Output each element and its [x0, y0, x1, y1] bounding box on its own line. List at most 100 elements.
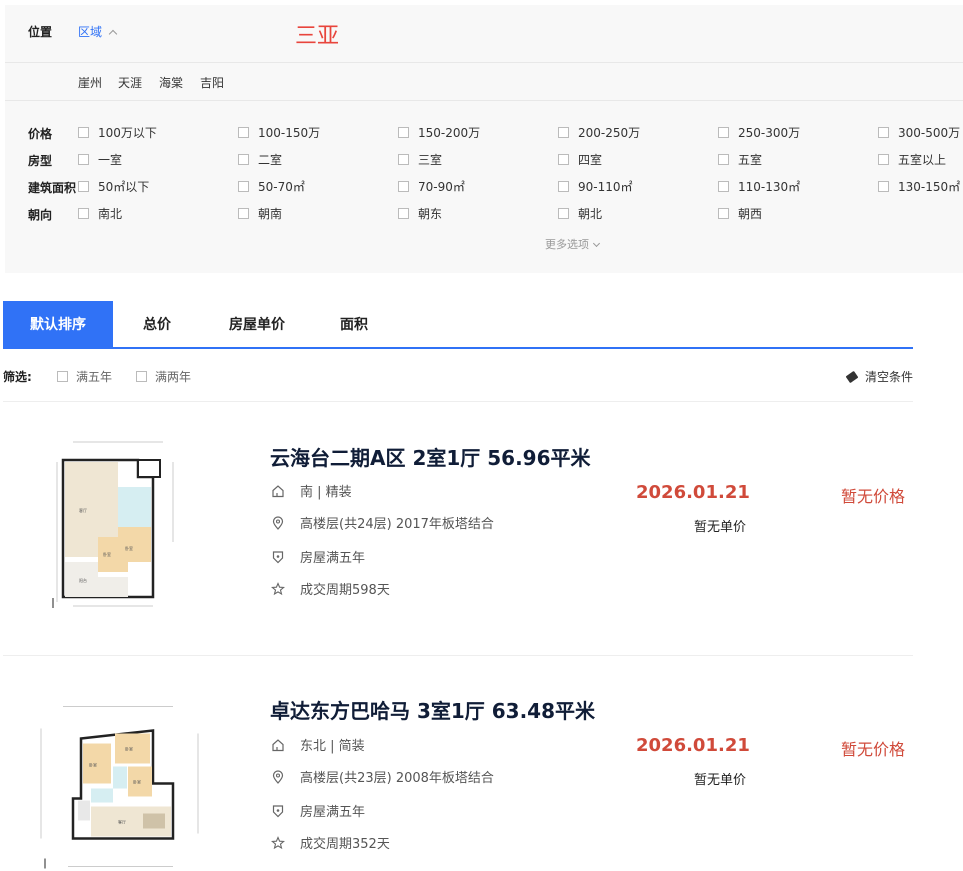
district-tab[interactable]: 区域: [78, 23, 118, 40]
listing-card[interactable]: 卧室 卧室 卧室 客厅 卓达东方巴哈马 3室1厅 63.48平米 东北 | 简装 高楼…: [3, 656, 913, 871]
area-option[interactable]: 50-70㎡: [238, 178, 305, 195]
listing-title[interactable]: 云海台二期A区 2室1厅 56.96平米: [270, 442, 591, 471]
tab-total-price[interactable]: 总价: [129, 301, 185, 349]
checkbox[interactable]: [78, 208, 89, 219]
tab-area[interactable]: 面积: [329, 301, 379, 349]
checkbox[interactable]: [718, 154, 729, 165]
tag-text: 房屋满五年: [300, 805, 366, 820]
district-item[interactable]: 吉阳: [200, 74, 224, 91]
checkbox[interactable]: [398, 154, 409, 165]
checkbox[interactable]: [718, 127, 729, 138]
checkbox[interactable]: [718, 208, 729, 219]
home-icon: [270, 737, 286, 753]
room-option[interactable]: 五室: [718, 151, 762, 168]
checkbox[interactable]: [558, 154, 569, 165]
listing-floor: 高楼层(共24层) 2017年板塔结合: [270, 513, 494, 532]
option-label: 五室: [738, 153, 763, 167]
orientation-option[interactable]: 朝北: [558, 205, 602, 222]
area-filter-row: 建筑面积 50㎡以下 50-70㎡ 70-90㎡ 90-110㎡ 110-130…: [5, 178, 963, 198]
price-option[interactable]: 100-150万: [238, 124, 320, 141]
checkbox[interactable]: [78, 154, 89, 165]
checkbox[interactable]: [136, 371, 147, 382]
more-options-label: 更多选项: [545, 238, 589, 251]
room-option[interactable]: 二室: [238, 151, 282, 168]
clear-filters-button[interactable]: 清空条件: [845, 368, 913, 385]
checkbox[interactable]: [57, 371, 68, 382]
checkbox[interactable]: [238, 181, 249, 192]
svg-text:卧室: 卧室: [125, 545, 133, 551]
floorplan-image[interactable]: 卧室卧室卧室客厅: [33, 696, 203, 871]
area-option[interactable]: 130-150㎡: [878, 178, 960, 195]
more-options-button[interactable]: 更多选项: [545, 236, 601, 252]
orientation-option[interactable]: 南北: [78, 205, 122, 222]
listing-card[interactable]: 客厅 卧室 卧室 阳台 云海台二期A区 2室1厅 56.96平米 南 | 精装 高楼层…: [3, 402, 913, 632]
checkbox[interactable]: [558, 127, 569, 138]
screen-label: 筛选:: [3, 370, 32, 384]
option-label: 朝北: [578, 207, 603, 221]
chevron-down-icon: [592, 239, 601, 248]
area-option[interactable]: 90-110㎡: [558, 178, 633, 195]
total-price: 暂无价格: [841, 740, 906, 759]
screen-option-two-years[interactable]: 满两年: [136, 368, 191, 385]
room-option[interactable]: 五室以上: [878, 151, 946, 168]
option-label: 50㎡以下: [98, 180, 150, 194]
checkbox[interactable]: [878, 127, 889, 138]
orientation-option[interactable]: 朝南: [238, 205, 282, 222]
option-label: 二室: [258, 153, 283, 167]
filter-panel: 位置 区域 三亚 崖州 天涯 海棠 吉阳 价格 100万以下 100-150万 …: [5, 5, 963, 273]
star-icon: [270, 581, 286, 597]
svg-text:阳台: 阳台: [79, 577, 87, 583]
option-label: 300-500万: [898, 126, 961, 140]
sort-tabs: 默认排序 总价 房屋单价 面积: [3, 301, 913, 349]
svg-text:卧室: 卧室: [125, 746, 133, 752]
orientation-option[interactable]: 朝西: [718, 205, 762, 222]
checkbox[interactable]: [238, 127, 249, 138]
district-tab-label: 区域: [78, 25, 103, 39]
star-icon: [270, 835, 286, 851]
checkbox[interactable]: [78, 181, 89, 192]
room-option[interactable]: 三室: [398, 151, 442, 168]
floorplan-image[interactable]: 客厅卧室卧室阳台: [43, 432, 193, 612]
checkbox[interactable]: [558, 208, 569, 219]
option-label: 200-250万: [578, 126, 641, 140]
district-item[interactable]: 天涯: [118, 74, 142, 91]
option-label: 南北: [98, 207, 123, 221]
price-filter-row: 价格 100万以下 100-150万 150-200万 200-250万 250…: [5, 124, 963, 144]
price-option[interactable]: 300-500万: [878, 124, 960, 141]
checkbox[interactable]: [78, 127, 89, 138]
checkbox[interactable]: [718, 181, 729, 192]
checkbox[interactable]: [878, 154, 889, 165]
area-option[interactable]: 110-130㎡: [718, 178, 800, 195]
listing-title[interactable]: 卓达东方巴哈马 3室1厅 63.48平米: [270, 695, 595, 724]
checkbox[interactable]: [238, 208, 249, 219]
checkbox[interactable]: [398, 127, 409, 138]
svg-text:卧室: 卧室: [103, 551, 111, 557]
screen-option-five-years[interactable]: 满五年: [57, 368, 112, 385]
area-option[interactable]: 70-90㎡: [398, 178, 465, 195]
option-label: 三室: [418, 153, 443, 167]
cycle-text: 成交周期352天: [300, 837, 390, 852]
option-label: 110-130㎡: [738, 180, 801, 194]
price-option[interactable]: 200-250万: [558, 124, 640, 141]
option-label: 90-110㎡: [578, 180, 633, 194]
checkbox[interactable]: [558, 181, 569, 192]
price-option[interactable]: 250-300万: [718, 124, 800, 141]
checkbox[interactable]: [878, 181, 889, 192]
district-item[interactable]: 崖州: [78, 74, 102, 91]
area-option[interactable]: 50㎡以下: [78, 178, 149, 195]
price-option[interactable]: 100万以下: [78, 124, 157, 141]
checkbox[interactable]: [398, 181, 409, 192]
tab-default-sort[interactable]: 默认排序: [3, 301, 113, 349]
tab-unit-price[interactable]: 房屋单价: [217, 301, 297, 349]
district-item[interactable]: 海棠: [159, 74, 183, 91]
room-option[interactable]: 一室: [78, 151, 122, 168]
location-pin-icon: [270, 515, 286, 531]
area-label: 建筑面积: [28, 181, 77, 195]
orientation-option[interactable]: 朝东: [398, 205, 442, 222]
checkbox[interactable]: [398, 208, 409, 219]
price-option[interactable]: 150-200万: [398, 124, 480, 141]
checkbox[interactable]: [238, 154, 249, 165]
listing-orientation: 南 | 精装: [270, 481, 352, 500]
room-option[interactable]: 四室: [558, 151, 602, 168]
orientation-filter-row: 朝向 南北 朝南 朝东 朝北 朝西: [5, 205, 963, 225]
